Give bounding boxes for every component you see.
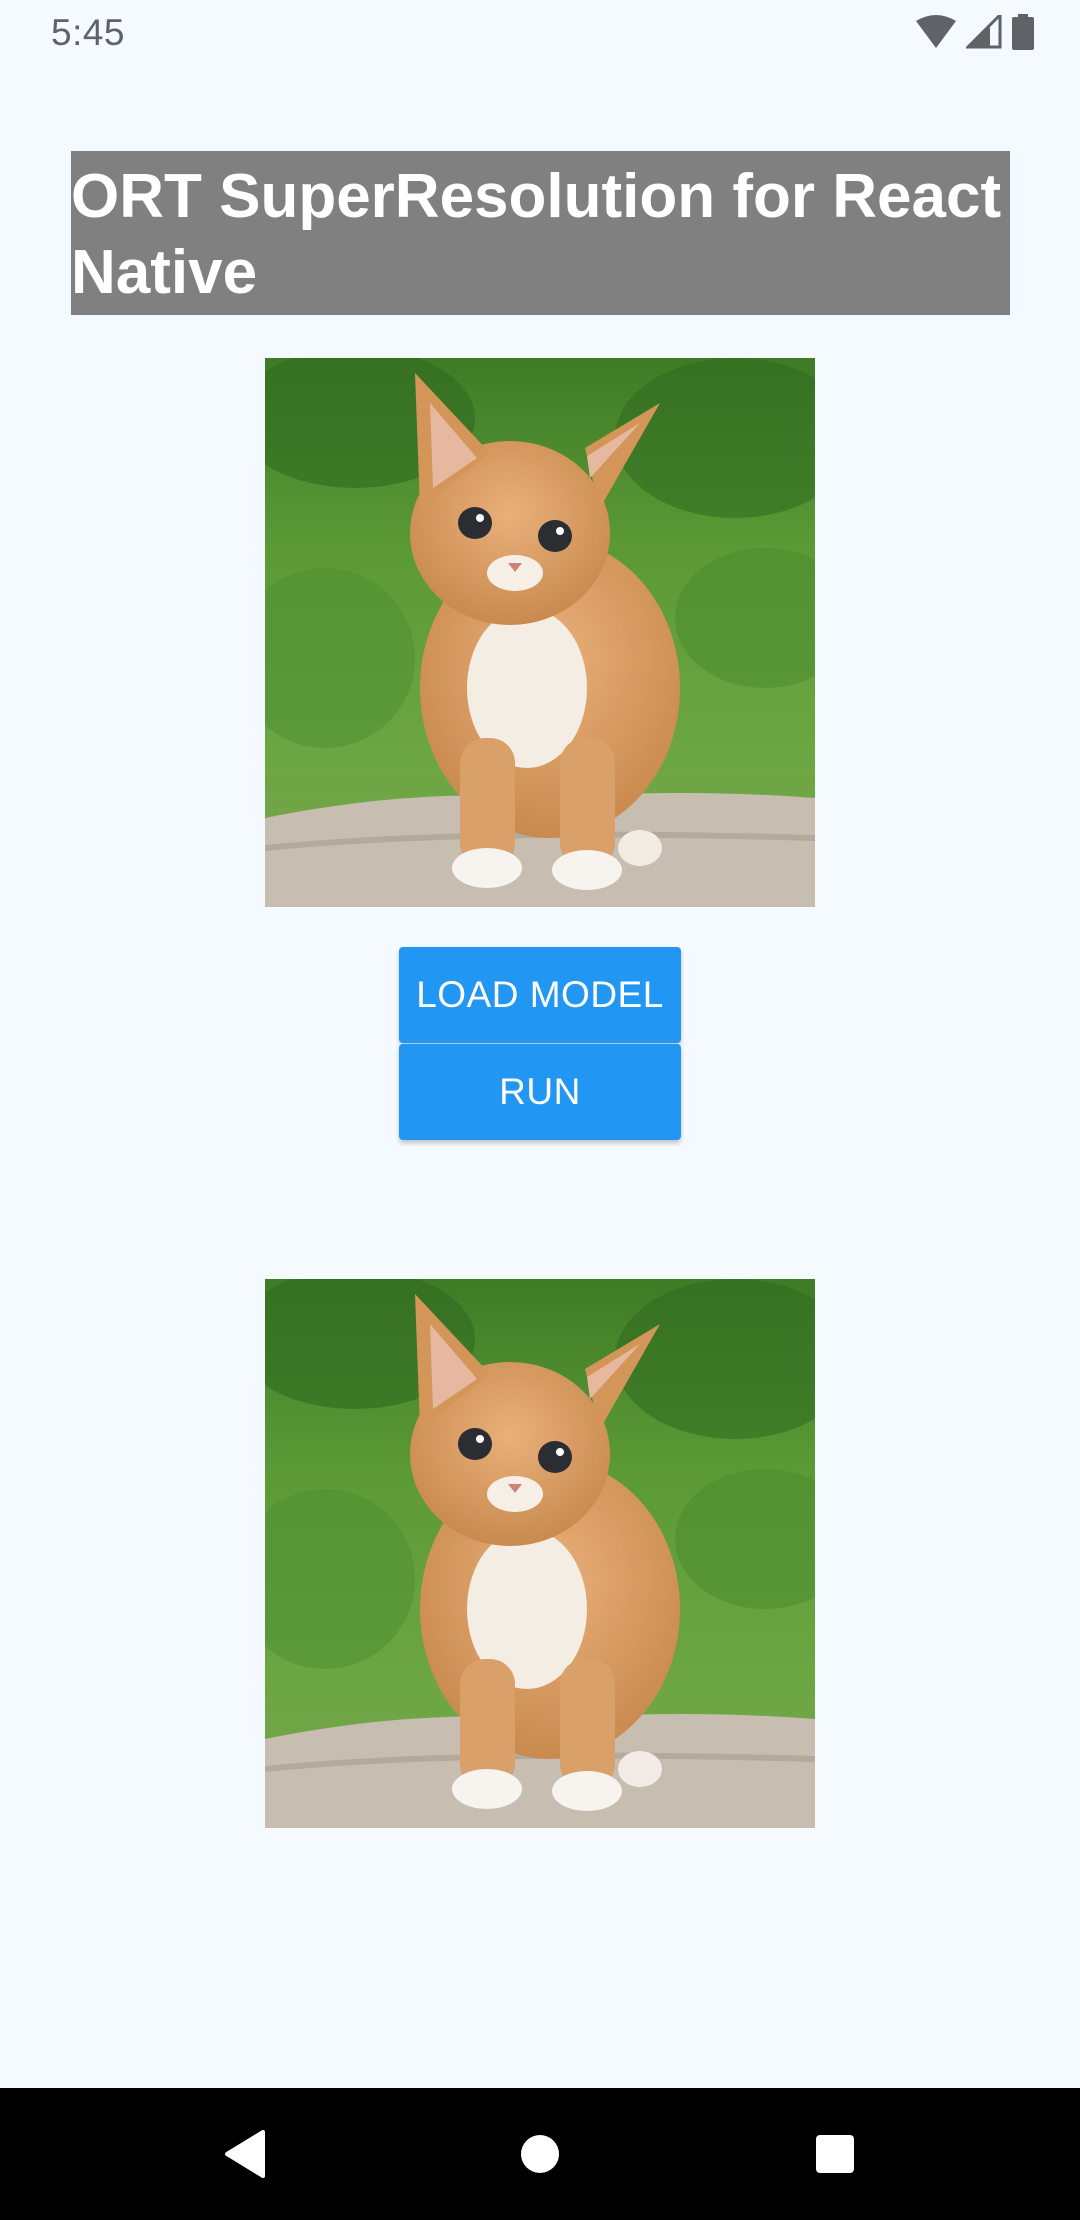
kitten-illustration [265,358,815,907]
recents-button[interactable] [765,2088,905,2220]
load-model-button[interactable]: LOAD MODEL [399,947,681,1043]
output-image [265,1279,815,1828]
recents-icon [816,2135,854,2173]
kitten-illustration [265,1279,815,1828]
home-button[interactable] [470,2088,610,2220]
run-button[interactable]: RUN [399,1044,681,1140]
navigation-bar [0,2088,1080,2220]
battery-icon [1012,14,1034,55]
status-time: 5:45 [51,12,126,53]
input-image [265,358,815,907]
signal-icon [964,11,1002,54]
wifi-icon [916,15,956,54]
status-icons [916,11,1034,55]
back-icon [225,2130,265,2178]
home-icon [521,2135,559,2173]
page-title: ORT SuperResolution for React Native [71,162,1002,307]
title-bar: ORT SuperResolution for React Native [71,151,1010,315]
back-button[interactable] [175,2088,315,2220]
status-bar: 5:45 [0,0,1080,68]
